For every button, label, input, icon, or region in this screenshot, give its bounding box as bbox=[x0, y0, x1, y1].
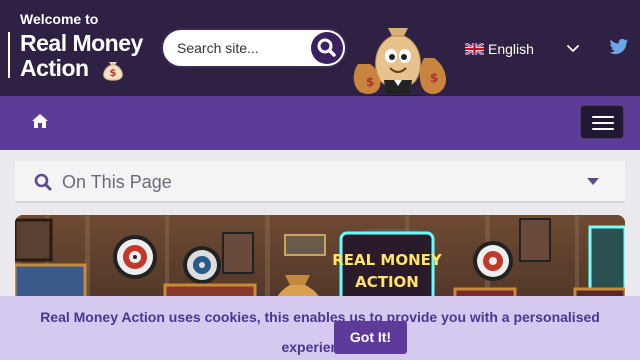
logo-brand-line2: Action bbox=[20, 55, 89, 81]
search-button[interactable] bbox=[311, 32, 343, 64]
hero-sign-line1: REAL MONEY bbox=[332, 251, 443, 269]
caret-down-icon bbox=[587, 178, 599, 185]
cookie-accept-button[interactable]: Got It! bbox=[334, 321, 407, 354]
svg-text:$: $ bbox=[110, 68, 117, 79]
language-selector[interactable]: English bbox=[465, 40, 534, 58]
site-logo[interactable]: Welcome to Real Money Action $ bbox=[8, 10, 158, 82]
search-input[interactable]: Search site... bbox=[177, 40, 259, 56]
toc-title: On This Page bbox=[62, 172, 172, 192]
hamburger-menu-icon bbox=[592, 116, 614, 118]
top-header: Welcome to Real Money Action $ Search si… bbox=[0, 0, 640, 100]
main-navbar bbox=[0, 96, 640, 150]
chevron-down-icon[interactable] bbox=[565, 40, 581, 56]
language-label: English bbox=[488, 41, 534, 57]
hero-sign-line2: ACTION bbox=[355, 273, 419, 291]
home-icon[interactable] bbox=[31, 113, 49, 129]
svg-text:$: $ bbox=[366, 75, 374, 89]
cookie-consent-banner: Real Money Action uses cookies, this ena… bbox=[0, 296, 640, 360]
logo-brand-line1: Real Money bbox=[20, 30, 143, 56]
twitter-icon[interactable] bbox=[609, 38, 629, 56]
money-bag-icon: $ bbox=[103, 62, 123, 81]
logo-divider bbox=[8, 32, 10, 78]
cookie-message: Real Money Action uses cookies, this ena… bbox=[40, 309, 600, 355]
svg-text:$: $ bbox=[430, 71, 438, 85]
search-box[interactable]: Search site... bbox=[161, 28, 347, 68]
mascot-money-bag-image: $ $ bbox=[353, 28, 446, 100]
hamburger-menu-button[interactable] bbox=[580, 105, 624, 139]
uk-flag-icon bbox=[465, 43, 484, 55]
logo-welcome-text: Welcome to bbox=[20, 11, 99, 27]
search-icon bbox=[317, 38, 336, 57]
search-icon bbox=[34, 173, 52, 191]
on-this-page-toggle[interactable]: On This Page bbox=[15, 161, 625, 203]
